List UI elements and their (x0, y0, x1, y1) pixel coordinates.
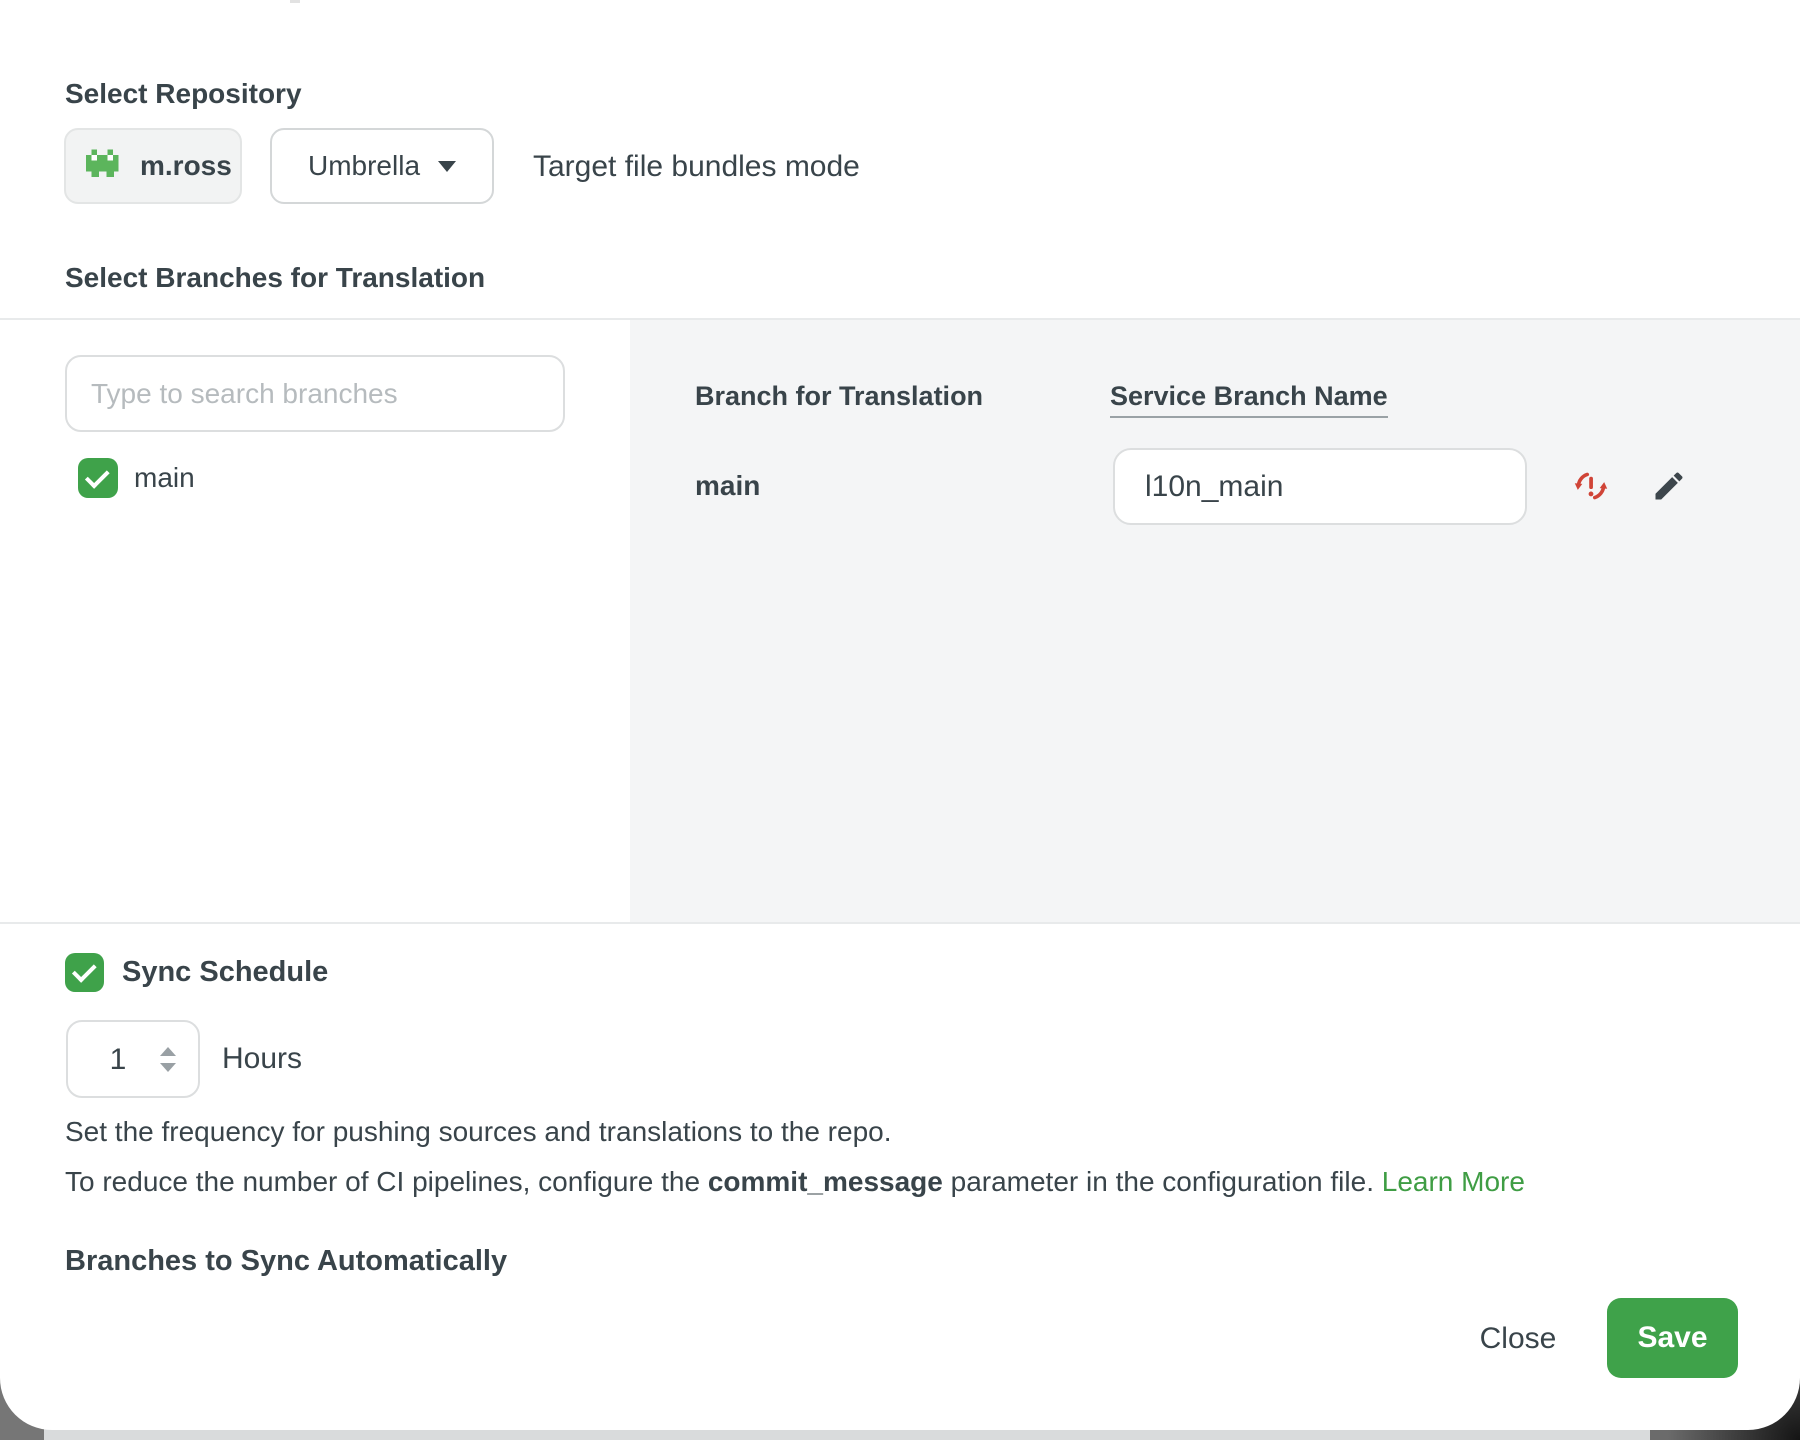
commit-message-param: commit_message (708, 1166, 943, 1197)
select-repository-heading: Select Repository (65, 78, 302, 110)
select-branches-heading: Select Branches for Translation (65, 262, 485, 294)
background-strip (44, 1429, 1650, 1440)
panel-bottom-divider (0, 922, 1800, 924)
chevron-down-icon (438, 161, 456, 172)
branches-to-sync-heading: Branches to Sync Automatically (65, 1240, 507, 1276)
stepper-down-icon[interactable] (160, 1063, 176, 1072)
screen-background: Select Repository m.ross Umbrella Target… (0, 0, 1800, 1440)
project-dropdown-value: Umbrella (308, 150, 420, 182)
learn-more-link[interactable]: Learn More (1382, 1166, 1525, 1197)
column-header-service-branch[interactable]: Service Branch Name (1110, 381, 1388, 418)
repo-owner-avatar-icon (86, 149, 124, 183)
close-button[interactable]: Close (1460, 1306, 1576, 1372)
frequency-note: Set the frequency for pushing sources an… (65, 1116, 892, 1148)
column-header-branch: Branch for Translation (695, 381, 983, 412)
sync-warning-icon (1573, 468, 1609, 504)
ci-note-prefix: To reduce the number of CI pipelines, co… (65, 1166, 708, 1197)
stepper-arrows[interactable] (160, 1022, 176, 1096)
clipped-element-sliver (290, 0, 300, 3)
save-button[interactable]: Save (1607, 1298, 1738, 1378)
stepper-up-icon[interactable] (160, 1047, 176, 1056)
checkmark-icon (85, 464, 110, 489)
ci-pipelines-note: To reduce the number of CI pipelines, co… (65, 1166, 1525, 1198)
ci-note-suffix: parameter in the configuration file. (943, 1166, 1382, 1197)
sync-schedule-label: Sync Schedule (122, 956, 328, 989)
table-row-branch-name: main (695, 470, 760, 502)
repo-integration-dialog: Select Repository m.ross Umbrella Target… (0, 0, 1800, 1430)
sync-interval-stepper (66, 1020, 200, 1098)
sync-schedule-checkbox[interactable] (65, 953, 104, 992)
sync-interval-input[interactable] (68, 1022, 168, 1098)
checkmark-icon (71, 958, 96, 983)
branch-main-label: main (134, 462, 195, 494)
sync-warning-button[interactable] (1571, 466, 1611, 506)
project-dropdown[interactable]: Umbrella (270, 128, 494, 204)
interval-unit-label: Hours (222, 1042, 302, 1076)
branch-search-input[interactable] (65, 355, 565, 432)
branch-main-checkbox[interactable] (78, 458, 118, 498)
edit-service-branch-button[interactable] (1649, 466, 1689, 506)
service-branch-name-input[interactable] (1113, 448, 1527, 525)
bundles-mode-text: Target file bundles mode (533, 150, 860, 184)
repository-name: m.ross (140, 150, 232, 182)
branches-to-sync-heading-clip: Branches to Sync Automatically (65, 1240, 507, 1276)
repository-chip[interactable]: m.ross (64, 128, 242, 204)
pencil-icon (1651, 468, 1687, 504)
